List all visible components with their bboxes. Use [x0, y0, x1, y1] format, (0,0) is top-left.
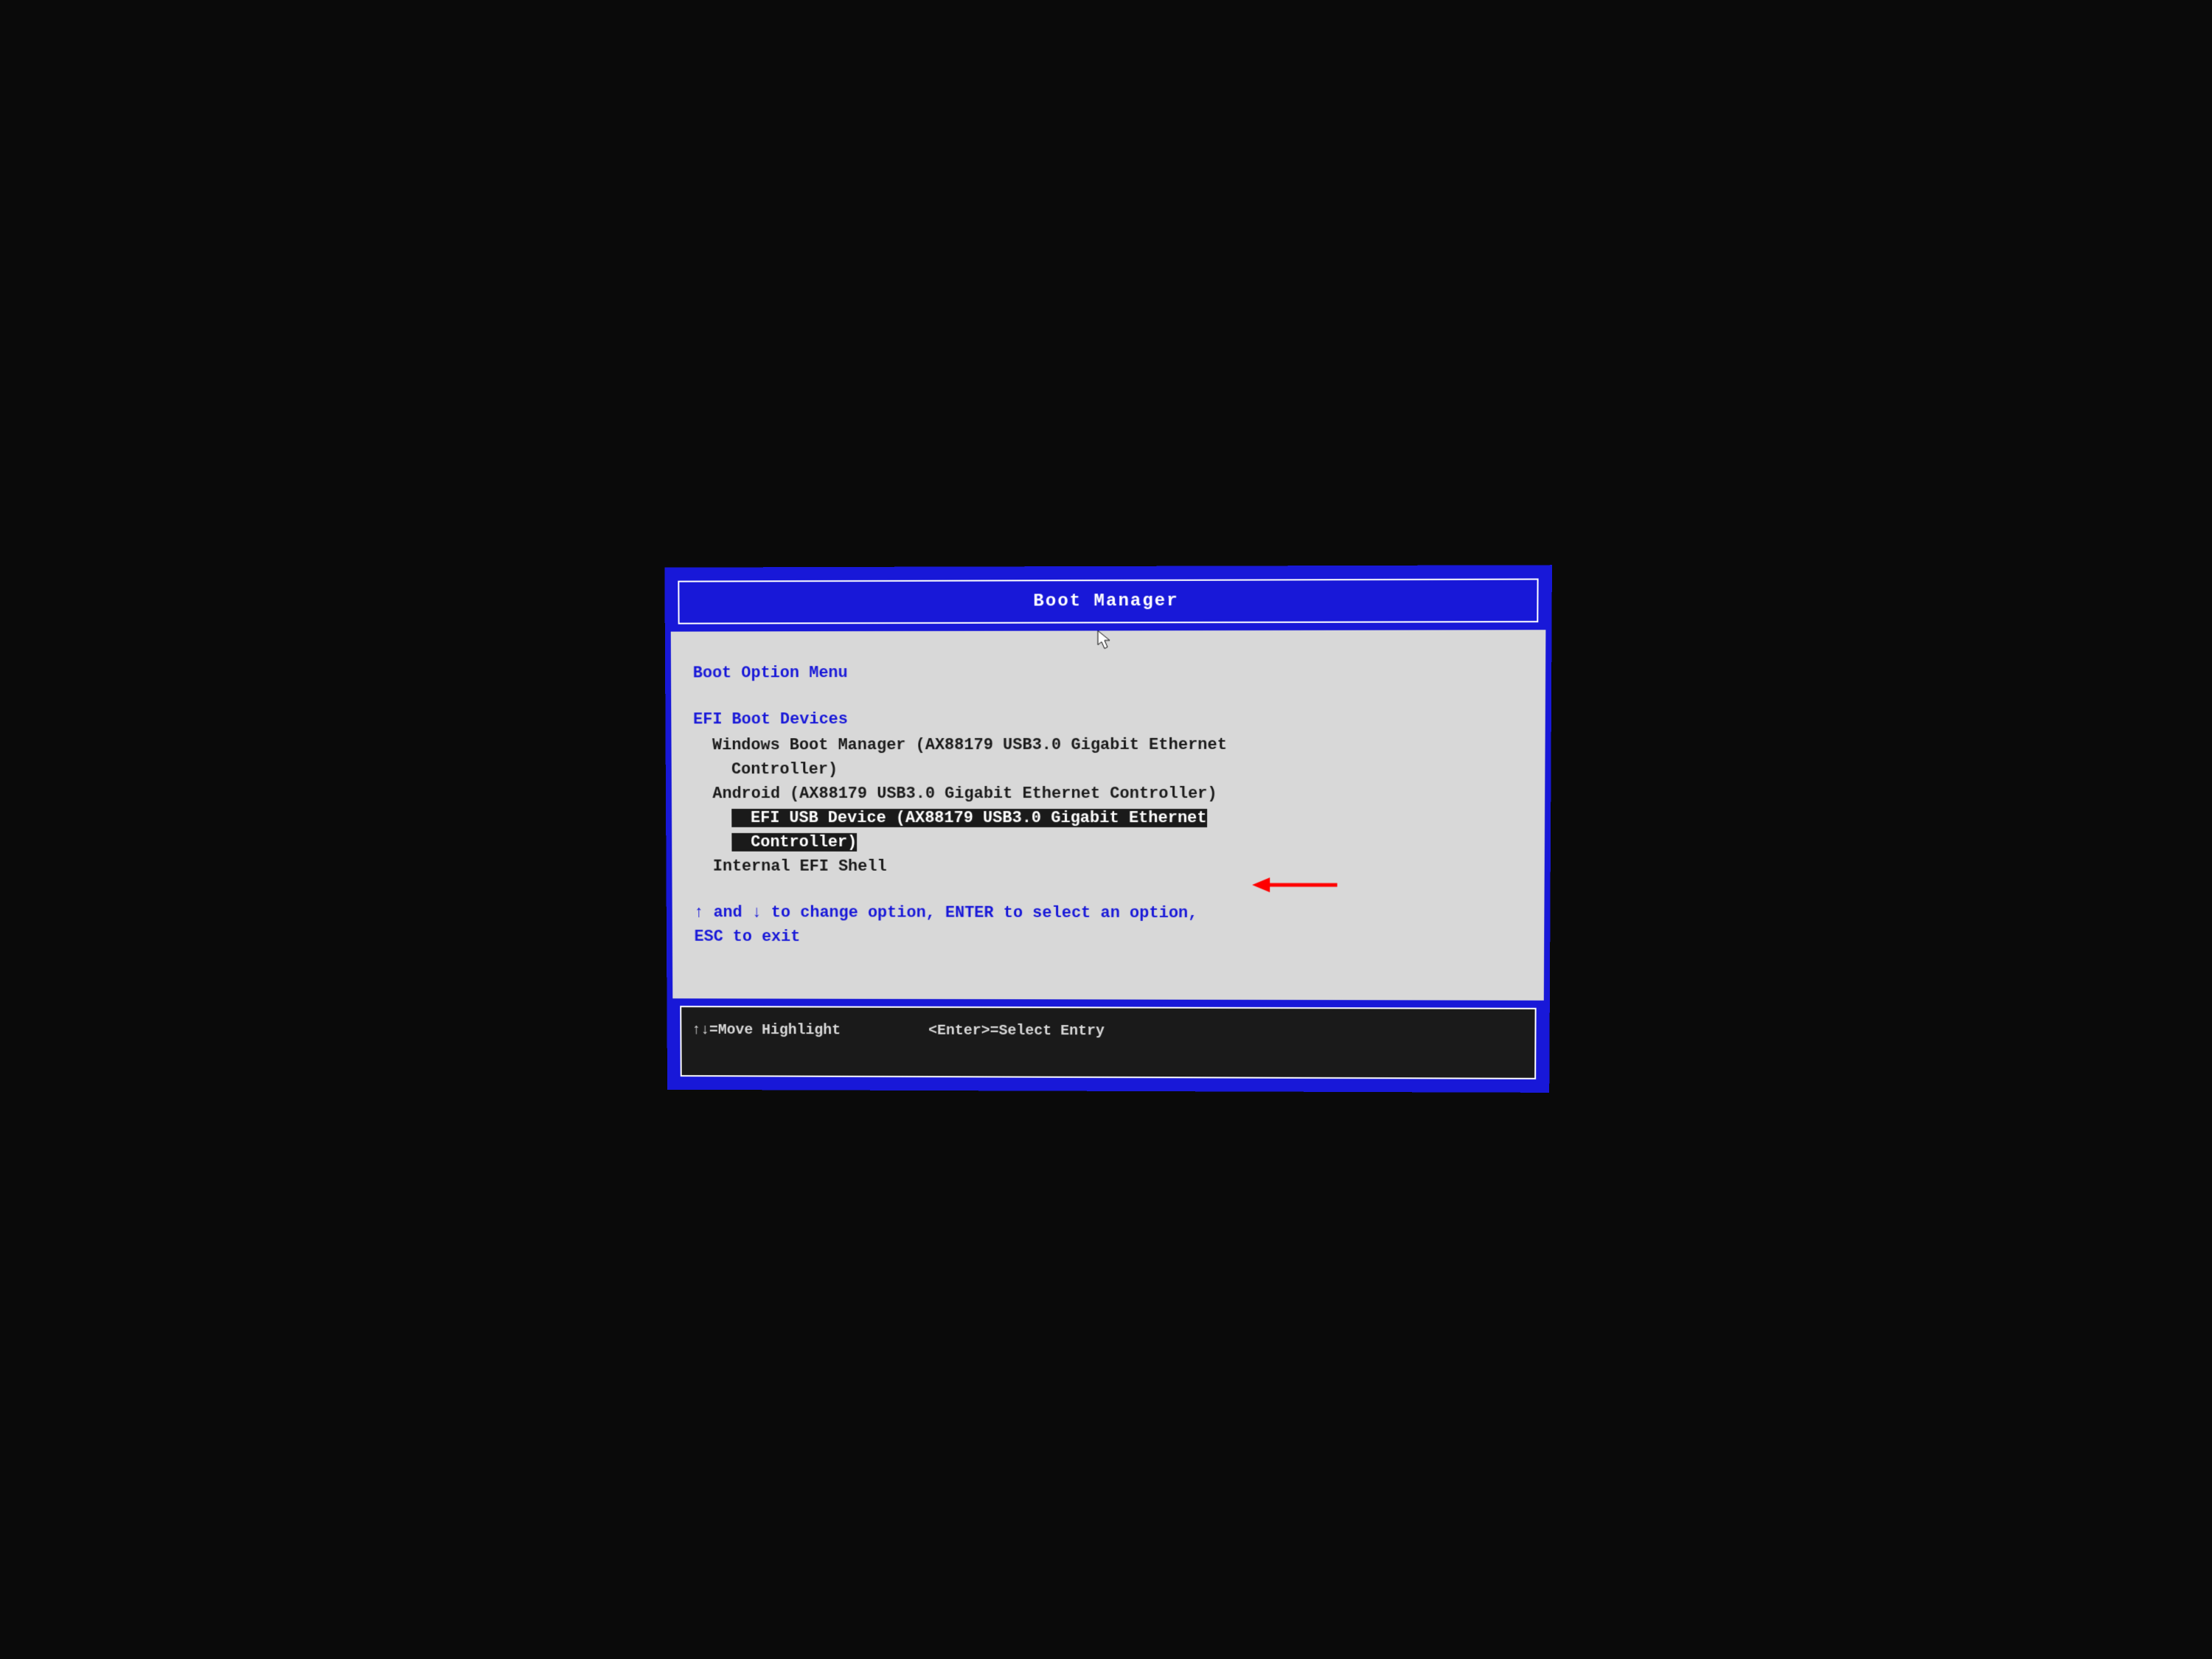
menu-title: Boot Option Menu [693, 660, 1523, 686]
boot-items: Windows Boot Manager (AX88179 USB3.0 Gig… [693, 733, 1267, 879]
footer-bar: ↑↓=Move Highlight <Enter>=Select Entry [672, 998, 1543, 1087]
help-text: ↑ and ↓ to change option, ENTER to selec… [694, 900, 1208, 950]
boot-item-efi-shell[interactable]: Internal EFI Shell [713, 855, 1267, 879]
header-bar: Boot Manager [670, 571, 1545, 631]
footer-select-hint: <Enter>=Select Entry [928, 1023, 1105, 1040]
footer-text: ↑↓=Move Highlight <Enter>=Select Entry [692, 1022, 1524, 1041]
bios-boot-manager: Boot Manager Boot Option Menu EFI Boot D… [664, 565, 1552, 1093]
header-inner: Boot Manager [678, 578, 1538, 624]
footer-move-hint: ↑↓=Move Highlight [692, 1022, 841, 1039]
boot-item-efi-usb-label: EFI USB Device (AX88179 USB3.0 Gigabit E… [731, 809, 1206, 852]
section-title: EFI Boot Devices [693, 706, 1523, 731]
footer-inner: ↑↓=Move Highlight <Enter>=Select Entry [680, 1006, 1536, 1079]
content-area: Boot Option Menu EFI Boot Devices Window… [671, 630, 1546, 1001]
header-title: Boot Manager [689, 591, 1526, 613]
boot-item-efi-usb[interactable]: EFI USB Device (AX88179 USB3.0 Gigabit E… [712, 806, 1267, 855]
boot-item-android[interactable]: Android (AX88179 USB3.0 Gigabit Ethernet… [712, 782, 1267, 806]
boot-item-windows[interactable]: Windows Boot Manager (AX88179 USB3.0 Gig… [712, 733, 1267, 782]
